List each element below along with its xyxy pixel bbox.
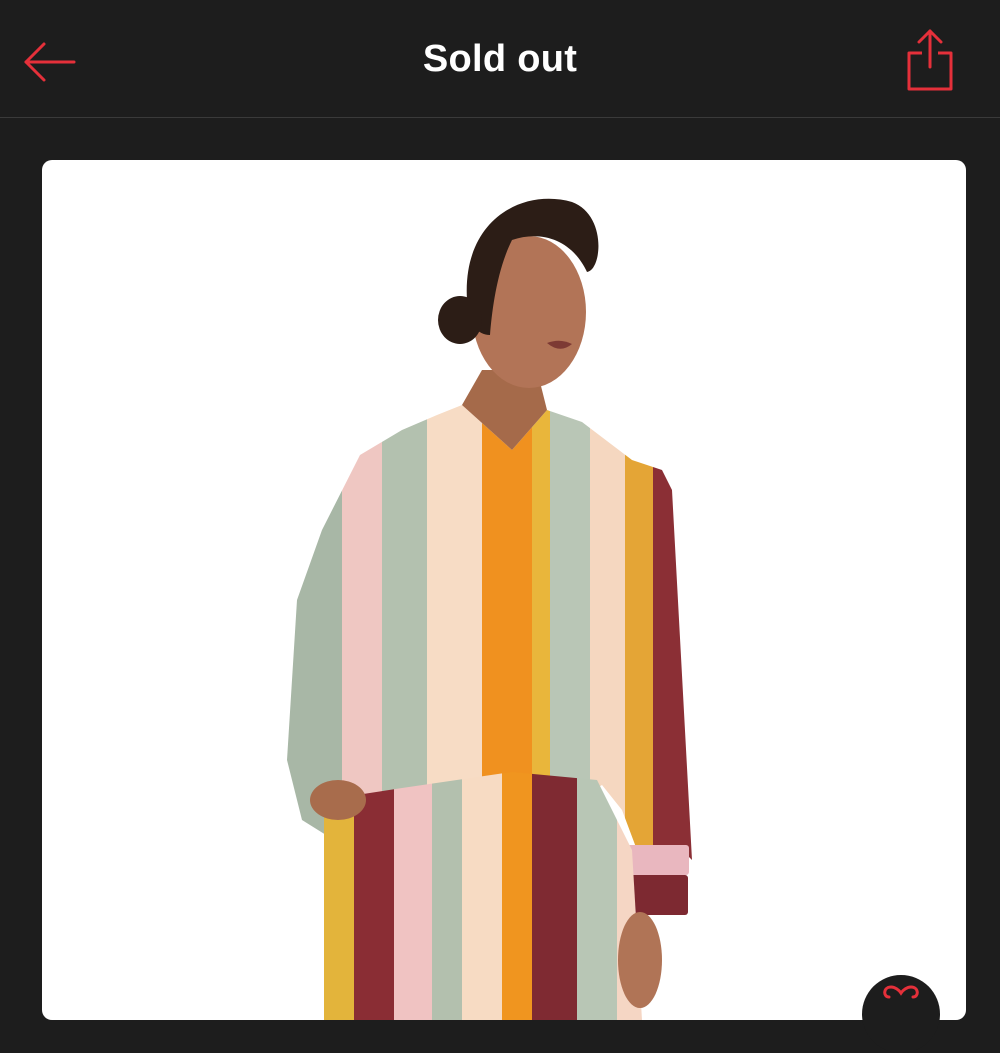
favorite-button[interactable]: [862, 975, 940, 1053]
page-title: Sold out: [422, 38, 578, 80]
heart-icon: [883, 985, 919, 999]
product-card: [42, 160, 966, 1020]
top-navigation-bar: Sold out: [0, 0, 1000, 118]
share-button[interactable]: [900, 24, 960, 96]
product-image[interactable]: [42, 160, 966, 1020]
share-icon: [907, 29, 953, 91]
